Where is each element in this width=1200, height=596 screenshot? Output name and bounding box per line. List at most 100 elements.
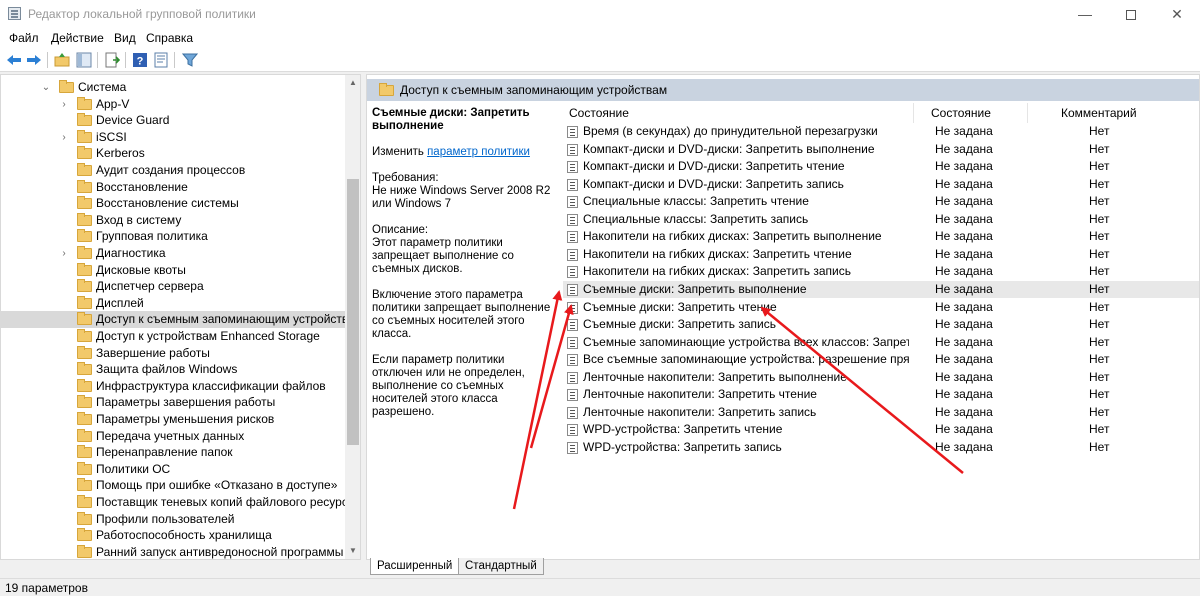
policy-state: Не задана (935, 176, 993, 191)
show-hide-tree-icon[interactable] (76, 52, 92, 68)
policy-setting-icon (567, 441, 578, 454)
tree-item[interactable]: Передача учетных данных (1, 428, 345, 445)
policy-row[interactable]: Компакт-диски и DVD-диски: Запретить зап… (563, 176, 1199, 193)
tab-extended[interactable]: Расширенный (370, 558, 460, 575)
help-icon[interactable]: ? (132, 52, 148, 68)
tree-item[interactable]: › App-V (1, 96, 345, 113)
column-comment-header[interactable]: Комментарий (1061, 106, 1137, 120)
tree-item[interactable]: Ранний запуск антивредоносной программы (1, 544, 345, 559)
edit-policy-link[interactable]: параметр политики (427, 146, 530, 158)
column-state-header[interactable]: Состояние (931, 106, 991, 120)
tree-item-label: Система (78, 80, 127, 94)
policy-row[interactable]: Специальные классы: Запретить запись Не з… (563, 211, 1199, 228)
policy-setting-icon (567, 231, 578, 244)
tree-item[interactable]: Доступ к устройствам Enhanced Storage (1, 328, 345, 345)
policy-row[interactable]: Ленточные накопители: Запретить чтение Не… (563, 386, 1199, 403)
tree-item[interactable]: Групповая политика (1, 228, 345, 245)
tree-item[interactable]: ⌄ Система (1, 79, 345, 96)
policy-row[interactable]: Специальные классы: Запретить чтение Не з… (563, 193, 1199, 210)
scroll-down-icon[interactable]: ▼ (345, 543, 360, 559)
policy-row[interactable]: Съемные диски: Запретить выполнение Не за… (563, 280, 1199, 298)
back-arrow-icon[interactable] (6, 52, 22, 68)
tree-item[interactable]: Доступ к съемным запоминающим устройства… (1, 311, 360, 329)
menu-view[interactable]: Вид (114, 31, 136, 45)
policy-row[interactable]: Съемные диски: Запретить запись Не задана… (563, 316, 1199, 333)
policy-row[interactable]: Накопители на гибких дисках: Запретить в… (563, 228, 1199, 245)
minimize-button[interactable]: — (1062, 0, 1108, 28)
policy-setting-icon (567, 178, 578, 191)
policy-row[interactable]: Компакт-диски и DVD-диски: Запретить вып… (563, 141, 1199, 158)
tree-item[interactable]: Завершение работы (1, 345, 345, 362)
policy-row[interactable]: Время (в секундах) до принудительной пер… (563, 123, 1199, 140)
tree-item[interactable]: Дисковые квоты (1, 262, 345, 279)
menu-help[interactable]: Справка (146, 31, 193, 45)
expand-chevron-icon[interactable]: › (59, 96, 69, 113)
tree-item[interactable]: Работоспособность хранилища (1, 527, 345, 544)
export-list-icon[interactable] (104, 52, 120, 68)
policy-row[interactable]: Ленточные накопители: Запретить запись Не… (563, 404, 1199, 421)
column-divider[interactable] (913, 103, 914, 123)
policy-row[interactable]: Съемные запоминающие устройства всех кла… (563, 334, 1199, 351)
scrollbar-thumb[interactable] (347, 179, 359, 445)
tree-item-label: Поставщик теневых копий файлового ресурс… (96, 495, 361, 509)
tree-item[interactable]: Kerberos (1, 145, 345, 162)
tree-item-label: App-V (96, 96, 130, 111)
tree-item[interactable]: Параметры завершения работы (1, 394, 345, 411)
policy-setting-icon (567, 406, 578, 419)
tree-item[interactable]: Дисплей (1, 295, 345, 312)
tree-item[interactable]: Восстановление системы (1, 195, 345, 212)
policy-row[interactable]: Накопители на гибких дисках: Запретить ч… (563, 246, 1199, 263)
maximize-button[interactable] (1108, 0, 1154, 28)
tree-item-label: Защита файлов Windows (96, 362, 238, 377)
tree-item[interactable]: Защита файлов Windows (1, 361, 345, 378)
filter-icon[interactable] (182, 52, 198, 68)
tree-item[interactable]: Профили пользователей (1, 511, 345, 528)
policy-row[interactable]: WPD-устройства: Запретить запись Не задан… (563, 439, 1199, 456)
tree-item[interactable]: Параметры уменьшения рисков (1, 411, 345, 428)
up-folder-icon[interactable] (54, 52, 70, 68)
policy-row[interactable]: Съемные диски: Запретить чтение Не задана… (563, 299, 1199, 316)
policy-row[interactable]: WPD-устройства: Запретить чтение Не задан… (563, 421, 1199, 438)
policy-state: Не задана (935, 439, 993, 454)
tree-item[interactable]: Восстановление (1, 179, 345, 196)
tree-item[interactable]: Аудит создания процессов (1, 162, 345, 179)
policy-state: Не задана (935, 317, 993, 332)
menu-file[interactable]: Файл (9, 31, 39, 45)
tab-standard[interactable]: Стандартный (458, 558, 544, 575)
tree-item[interactable]: Перенаправление папок (1, 444, 345, 461)
policy-row[interactable]: Ленточные накопители: Запретить выполнен… (563, 369, 1199, 386)
column-name-header[interactable]: Состояние (569, 106, 629, 120)
forward-arrow-icon[interactable] (26, 52, 42, 68)
close-button[interactable]: ✕ (1154, 0, 1200, 28)
expand-chevron-icon[interactable]: › (59, 129, 69, 146)
tree-item[interactable]: Помощь при ошибке «Отказано в доступе» (1, 477, 345, 494)
tree-item[interactable]: Диспетчер сервера (1, 278, 345, 295)
policy-row[interactable]: Компакт-диски и DVD-диски: Запретить чте… (563, 158, 1199, 175)
collapse-chevron-icon[interactable]: ⌄ (41, 79, 51, 96)
properties-icon[interactable] (153, 52, 169, 68)
tree-item-label: Kerberos (96, 146, 145, 161)
scroll-up-icon[interactable]: ▲ (345, 75, 360, 91)
column-divider[interactable] (1027, 103, 1028, 123)
tree-item[interactable]: › iSCSI (1, 129, 345, 146)
tree-item[interactable]: Политики ОС (1, 461, 345, 478)
tree-item[interactable]: Вход в систему (1, 212, 345, 229)
policy-row[interactable]: Все съемные запоминающие устройства: раз… (563, 351, 1199, 368)
tree-item-label: Доступ к устройствам Enhanced Storage (96, 329, 320, 343)
tree-item[interactable]: Device Guard (1, 112, 345, 129)
policy-comment: Нет (1089, 369, 1110, 384)
policy-row[interactable]: Накопители на гибких дисках: Запретить з… (563, 263, 1199, 280)
expand-chevron-icon[interactable]: › (59, 245, 69, 262)
folder-icon (77, 395, 92, 409)
policy-state: Не задана (935, 422, 993, 437)
tree-item[interactable]: › Диагностика (1, 245, 345, 262)
menu-action[interactable]: Действие (51, 31, 104, 45)
policy-name: Компакт-диски и DVD-диски: Запретить вып… (583, 141, 875, 156)
policy-name: Съемные диски: Запретить запись (583, 317, 776, 332)
policy-comment: Нет (1089, 422, 1110, 437)
policy-state: Не задана (935, 159, 993, 174)
tree-item[interactable]: Инфраструктура классификации файлов (1, 378, 345, 395)
folder-icon (77, 445, 92, 459)
tree-item[interactable]: Поставщик теневых копий файлового ресурс… (1, 494, 360, 511)
tree-scrollbar[interactable]: ▲ ▼ (345, 75, 360, 559)
